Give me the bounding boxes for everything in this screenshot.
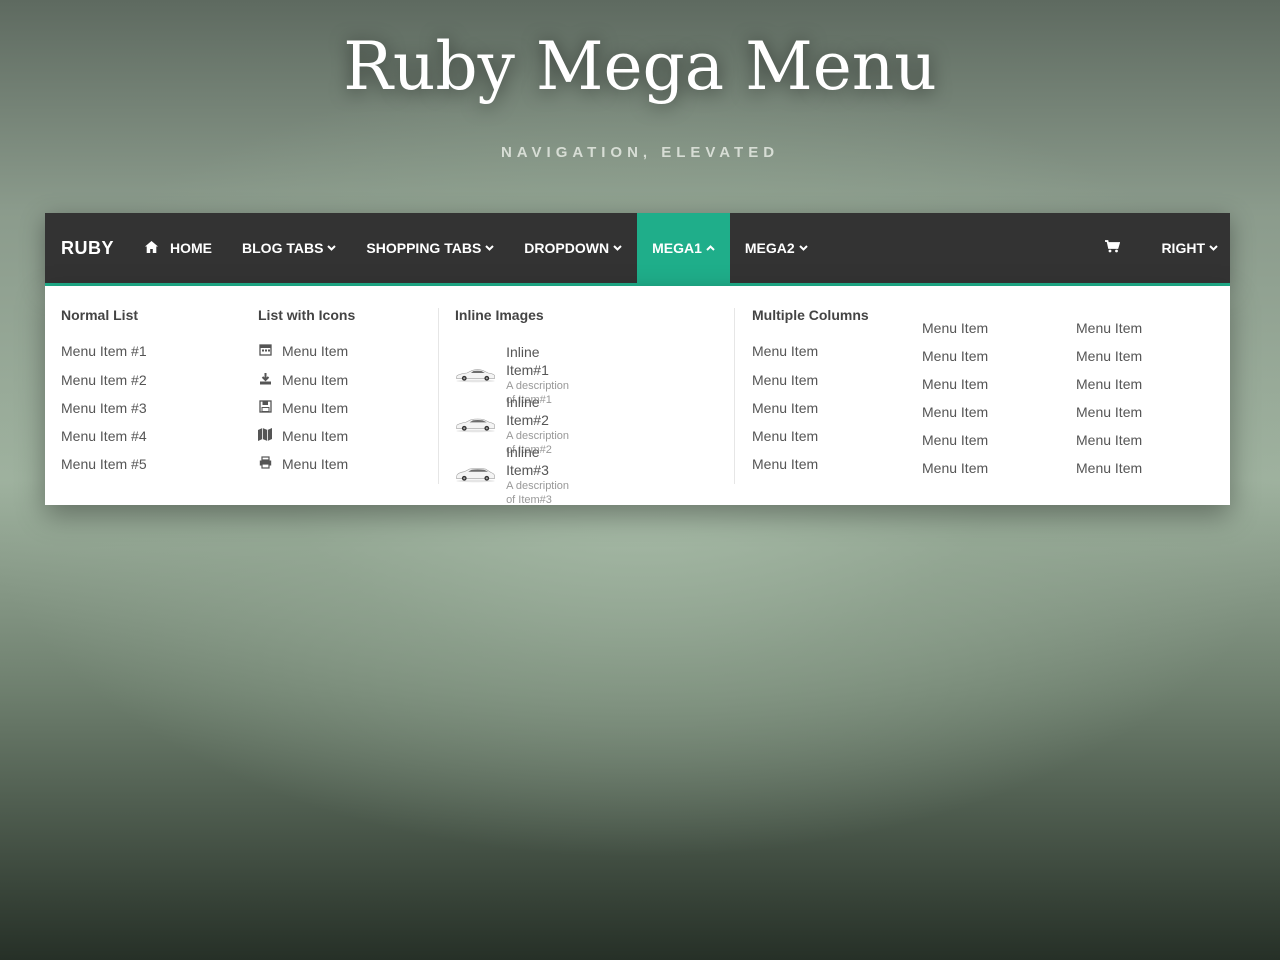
calendar-icon — [258, 343, 272, 359]
list-item-label: Menu Item — [282, 343, 349, 359]
list-item[interactable]: Menu Item — [752, 428, 818, 444]
column-title: Normal List — [61, 307, 139, 323]
inline-item-label: Inline Item#1 — [506, 344, 549, 378]
chevron-up-icon — [706, 243, 715, 253]
list-item-label: Menu Item — [282, 372, 349, 388]
print-icon — [258, 456, 272, 472]
list-item[interactable]: Menu Item — [1076, 348, 1142, 364]
list-item[interactable]: Menu Item — [752, 400, 818, 416]
list-item[interactable]: Menu Item — [258, 456, 348, 472]
list-item[interactable]: Menu Item — [258, 372, 348, 388]
save-icon — [258, 400, 272, 416]
list-item-label: Menu Item — [282, 456, 349, 472]
nav-item-label: SHOPPING TABS — [366, 240, 482, 256]
car-image — [456, 468, 496, 483]
list-item[interactable]: Menu Item #1 — [61, 343, 147, 359]
mega-menu-panel: Normal List Menu Item #1 Menu Item #2 Me… — [45, 286, 1230, 507]
nav-item-mega1[interactable]: MEGA1 — [637, 213, 730, 283]
car-image — [455, 369, 496, 383]
list-item[interactable]: Menu Item #5 — [61, 456, 147, 472]
list-item[interactable]: Menu Item — [922, 376, 988, 392]
chevron-down-icon — [798, 243, 808, 253]
nav-item-label: RIGHT — [1161, 240, 1205, 256]
list-item[interactable]: Menu Item — [922, 320, 988, 336]
chevron-down-icon — [613, 243, 622, 253]
list-item[interactable]: Menu Item — [752, 456, 818, 472]
list-item[interactable]: Menu Item — [1076, 404, 1142, 420]
chevron-down-icon — [485, 243, 495, 253]
column-divider — [438, 308, 439, 484]
inline-item-label: Inline Item#3 — [506, 444, 549, 478]
list-item[interactable]: Menu Item #4 — [61, 428, 147, 444]
nav-item-blog-tabs[interactable]: BLOG TABS — [227, 213, 351, 283]
column-divider — [734, 308, 735, 484]
nav-item-home[interactable]: HOME — [130, 213, 227, 283]
chevron-down-icon — [1209, 243, 1218, 253]
home-icon — [145, 240, 159, 256]
inline-item-description: A description of Item#3 — [506, 480, 570, 506]
inline-item[interactable]: Inline Item#3 A description of Item#3 — [455, 443, 580, 507]
main-navbar: RUBY HOME BLOG TABS SHOPPING TABS DROPDO… — [45, 213, 1230, 286]
list-item[interactable]: Menu Item — [258, 428, 348, 444]
nav-item-dropdown[interactable]: DROPDOWN — [509, 213, 637, 283]
shopping-cart-icon — [1105, 240, 1121, 256]
list-item[interactable]: Menu Item #2 — [61, 372, 147, 388]
download-icon — [258, 372, 272, 388]
nav-item-label: DROPDOWN — [524, 240, 610, 256]
list-item[interactable]: Menu Item — [922, 348, 988, 364]
list-item-label: Menu Item — [282, 400, 349, 416]
list-item[interactable]: Menu Item — [752, 372, 818, 388]
brand-logo[interactable]: RUBY — [45, 213, 130, 283]
list-item[interactable]: Menu Item — [258, 400, 348, 416]
list-item[interactable]: Menu Item #3 — [61, 400, 147, 416]
list-item[interactable]: Menu Item — [922, 404, 988, 420]
list-item[interactable]: Menu Item — [258, 343, 348, 359]
list-item[interactable]: Menu Item — [1076, 460, 1142, 476]
nav-item-label: MEGA1 — [652, 240, 702, 256]
list-item[interactable]: Menu Item — [922, 432, 988, 448]
list-item[interactable]: Menu Item — [1076, 376, 1142, 392]
nav-item-mega2[interactable]: MEGA2 — [730, 213, 823, 283]
shopping-cart-button[interactable] — [1079, 213, 1146, 283]
hero-title: Ruby Mega Menu — [343, 28, 937, 105]
nav-item-label: HOME — [170, 240, 213, 256]
column-title: List with Icons — [258, 307, 356, 323]
car-image — [456, 418, 496, 433]
inline-item-text: Inline Item#3 A description of Item#3 — [506, 443, 580, 507]
nav-item-shopping-tabs[interactable]: SHOPPING TABS — [351, 213, 509, 283]
map-icon — [258, 428, 272, 444]
nav-item-label: MEGA2 — [744, 240, 795, 256]
column-title: Inline Images — [455, 307, 544, 323]
inline-item-label: Inline Item#2 — [506, 394, 549, 428]
list-item[interactable]: Menu Item — [1076, 432, 1142, 448]
list-item[interactable]: Menu Item — [752, 343, 818, 359]
chevron-down-icon — [327, 243, 337, 253]
navbar-spacer — [823, 213, 1080, 283]
nav-item-right[interactable]: RIGHT — [1146, 213, 1230, 283]
nav-item-label: BLOG TABS — [242, 240, 324, 256]
list-item[interactable]: Menu Item — [1076, 320, 1142, 336]
column-title: Multiple Columns — [752, 307, 869, 323]
hero-subtitle: NAVIGATION, ELEVATED — [500, 144, 780, 161]
list-item-label: Menu Item — [282, 428, 349, 444]
list-item[interactable]: Menu Item — [922, 460, 988, 476]
